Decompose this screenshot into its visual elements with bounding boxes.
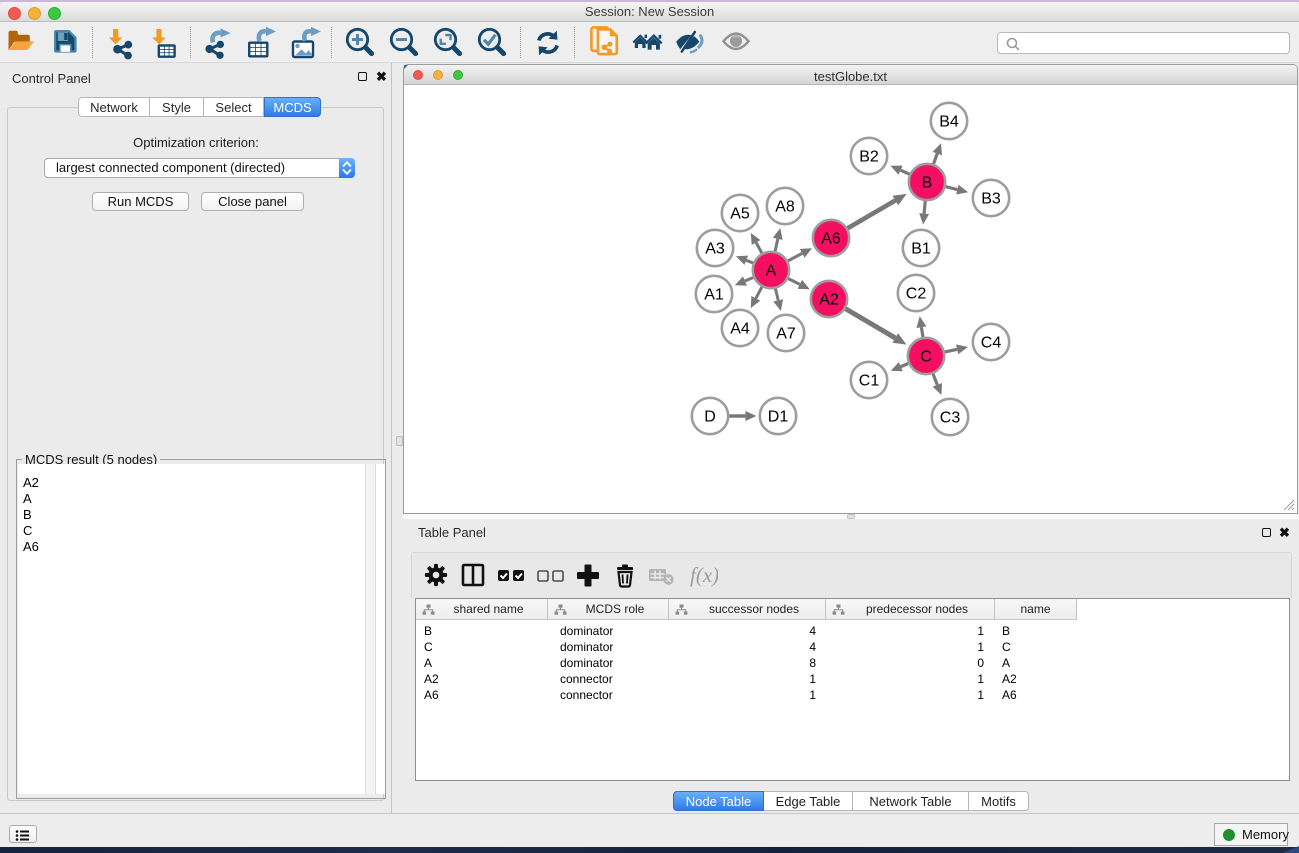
svg-text:C4: C4 (981, 335, 1002, 352)
svg-text:B1: B1 (911, 241, 931, 258)
svg-text:C2: C2 (906, 286, 927, 303)
svg-text:A2: A2 (819, 292, 839, 309)
svg-text:C1: C1 (859, 373, 880, 390)
svg-text:A4: A4 (730, 321, 750, 338)
svg-text:A1: A1 (704, 287, 724, 304)
svg-text:B2: B2 (859, 149, 879, 166)
svg-text:A5: A5 (730, 206, 750, 223)
svg-text:A3: A3 (705, 241, 725, 258)
svg-text:B: B (922, 175, 933, 192)
svg-text:D1: D1 (768, 409, 789, 426)
svg-text:f(x): f(x) (690, 563, 718, 587)
svg-text:A7: A7 (776, 326, 796, 343)
svg-text:A6: A6 (821, 231, 841, 248)
svg-text:D: D (704, 409, 716, 426)
svg-text:B3: B3 (981, 191, 1001, 208)
svg-text:B4: B4 (939, 114, 959, 131)
svg-text:C: C (920, 349, 932, 366)
svg-text:C3: C3 (940, 410, 961, 427)
svg-text:A: A (766, 263, 777, 280)
svg-text:A8: A8 (775, 199, 795, 216)
